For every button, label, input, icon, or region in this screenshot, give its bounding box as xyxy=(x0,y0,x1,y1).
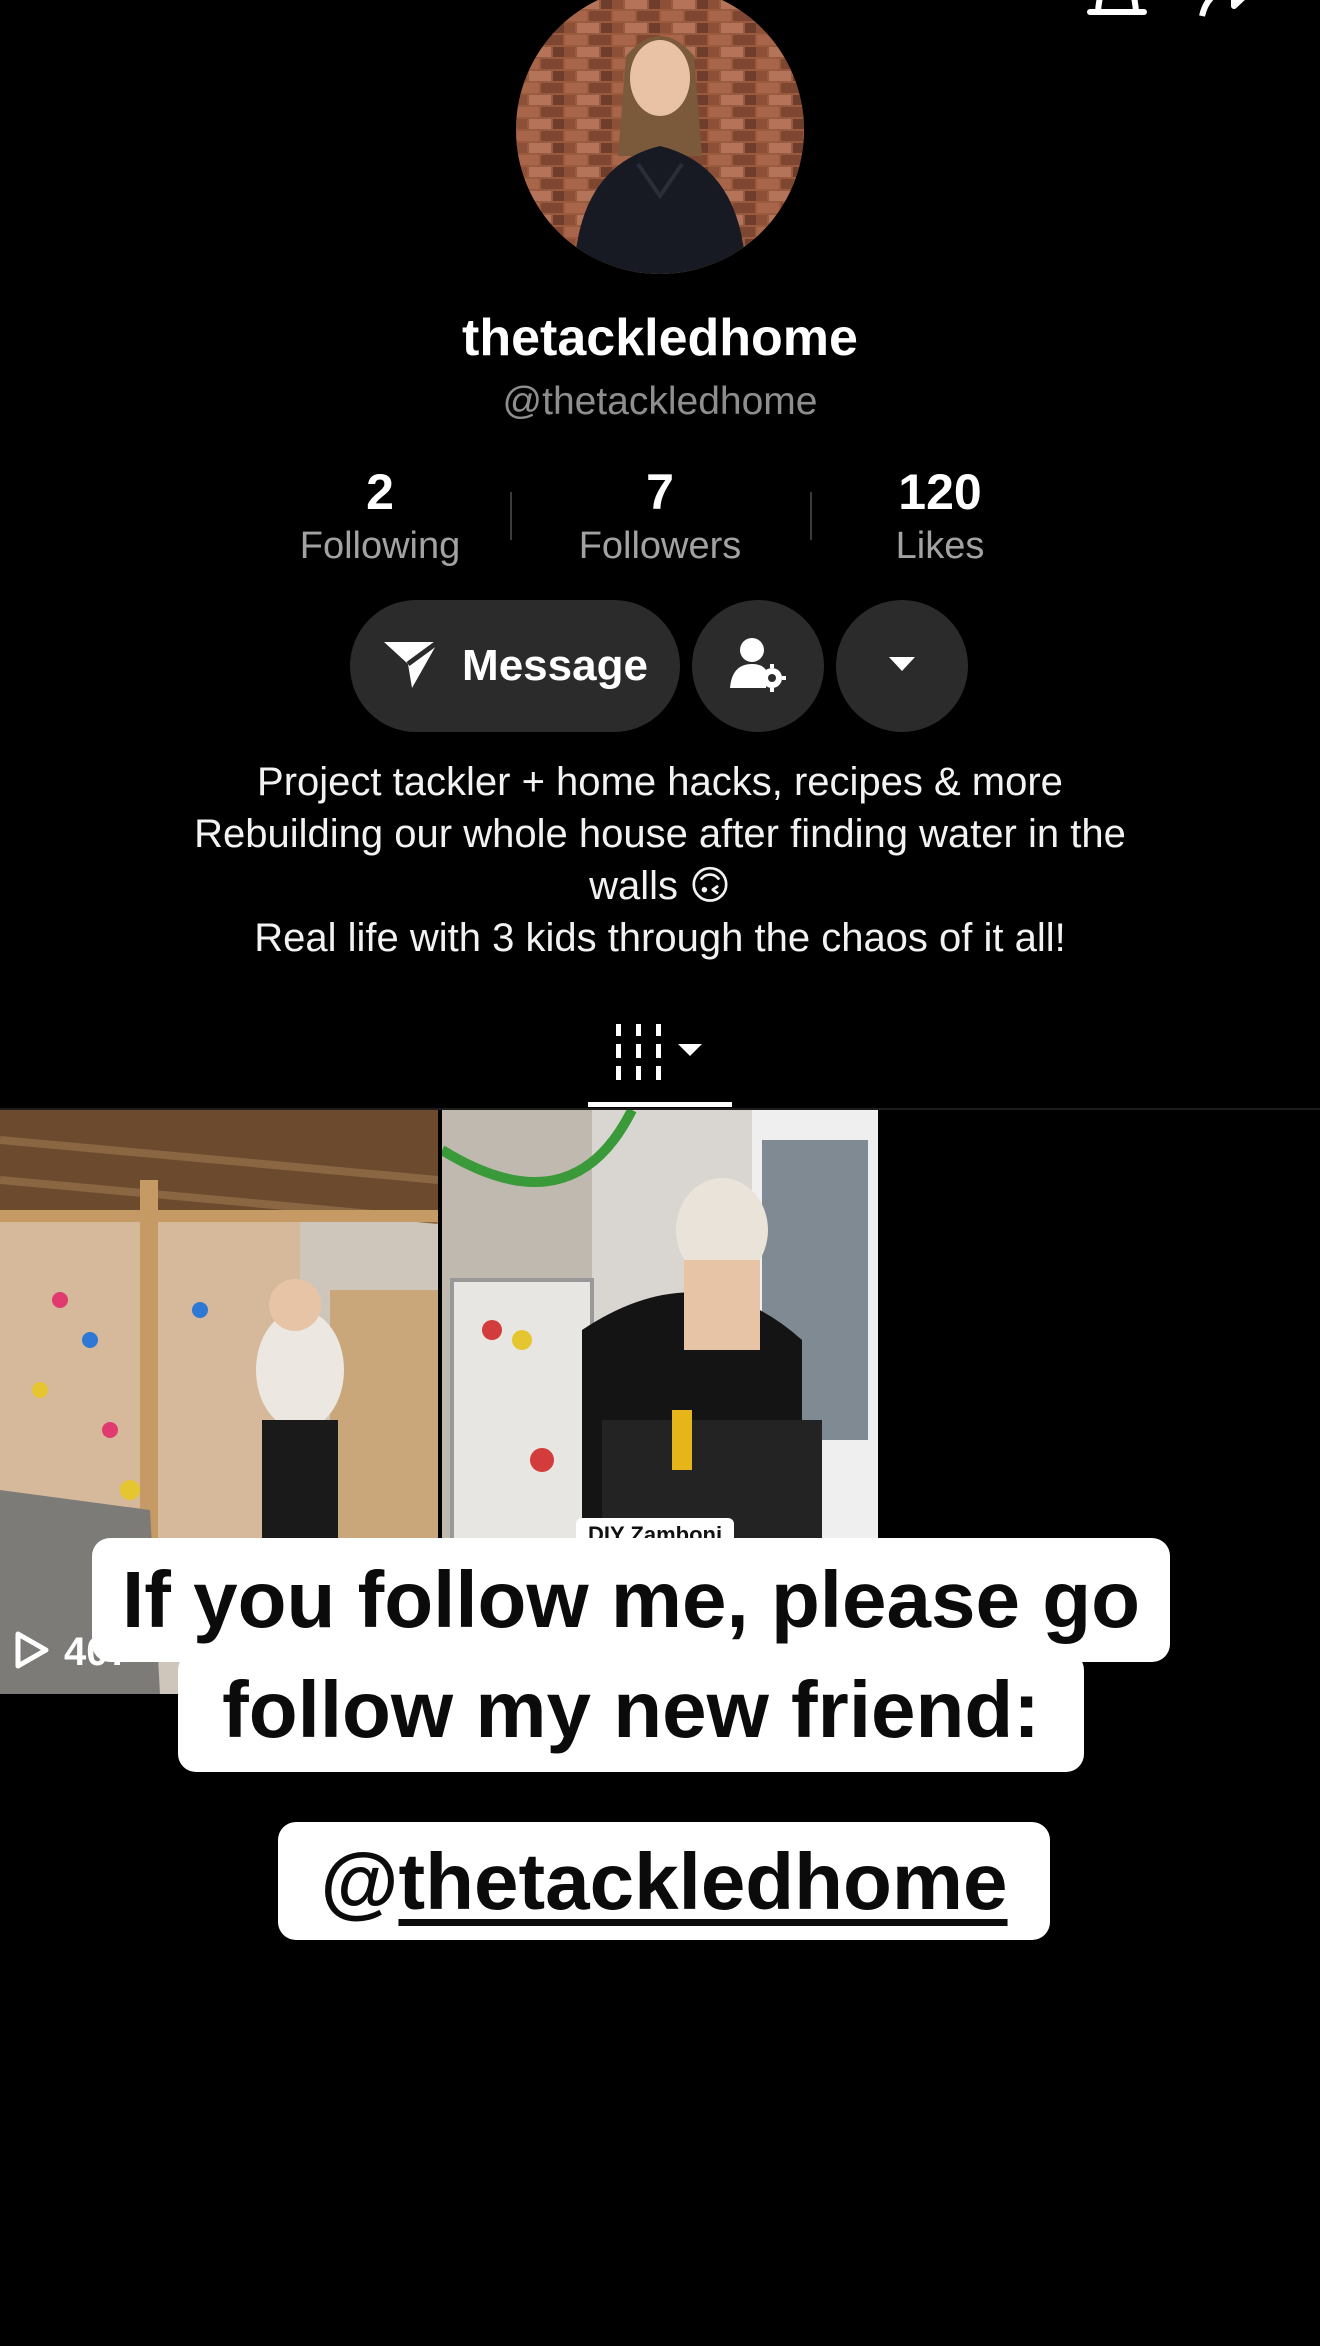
caption-line: follow my new friend: xyxy=(178,1652,1084,1772)
more-options-button[interactable] xyxy=(836,600,968,732)
bio-line: Rebuilding our whole house after finding… xyxy=(194,812,1126,856)
profile-bio: Project tackler + home hacks, recipes & … xyxy=(0,756,1320,964)
followers-label: Followers xyxy=(578,525,742,567)
message-label: Message xyxy=(462,641,648,690)
avatar[interactable] xyxy=(516,0,804,274)
stat-followers[interactable]: 7 Followers xyxy=(520,462,800,570)
stat-divider xyxy=(510,492,512,540)
bio-line: Project tackler + home hacks, recipes & … xyxy=(257,760,1063,804)
bell-icon[interactable] xyxy=(1082,0,1152,22)
play-icon xyxy=(14,1630,50,1675)
tab-active-indicator xyxy=(588,1102,732,1107)
follow-settings-button[interactable] xyxy=(692,600,824,732)
stat-likes[interactable]: 120 Likes xyxy=(800,462,1080,570)
display-name: thetackledhome xyxy=(462,309,858,367)
mention-at: @ xyxy=(320,1837,399,1926)
tab-videos[interactable] xyxy=(588,1002,732,1106)
mention-username[interactable]: thetackledhome xyxy=(398,1837,1007,1926)
profile-stats: 2 Following 7 Followers 120 Likes xyxy=(240,462,1080,572)
bio-line: Real life with 3 kids through the chaos … xyxy=(254,916,1066,960)
username-handle: @thetackledhome xyxy=(502,380,818,423)
message-button[interactable]: Message xyxy=(350,600,680,732)
share-icon[interactable] xyxy=(1190,0,1270,22)
caret-down-icon xyxy=(887,655,917,678)
bio-line: walls 🙃 xyxy=(589,864,731,908)
followers-count: 7 xyxy=(646,464,674,520)
video-thumbnail[interactable] xyxy=(442,1110,878,1542)
back-arrow-icon[interactable] xyxy=(44,0,104,20)
videos-grid-icon xyxy=(614,1023,706,1085)
person-gear-icon xyxy=(728,634,788,699)
caption-mention[interactable]: @thetackledhome xyxy=(278,1822,1050,1940)
following-label: Following xyxy=(299,525,461,567)
following-count: 2 xyxy=(366,464,394,520)
likes-label: Likes xyxy=(895,525,985,567)
likes-count: 120 xyxy=(898,464,982,520)
stat-following[interactable]: 2 Following xyxy=(240,462,520,570)
caption-line: If you follow me, please go xyxy=(92,1538,1170,1662)
send-icon xyxy=(382,638,440,695)
